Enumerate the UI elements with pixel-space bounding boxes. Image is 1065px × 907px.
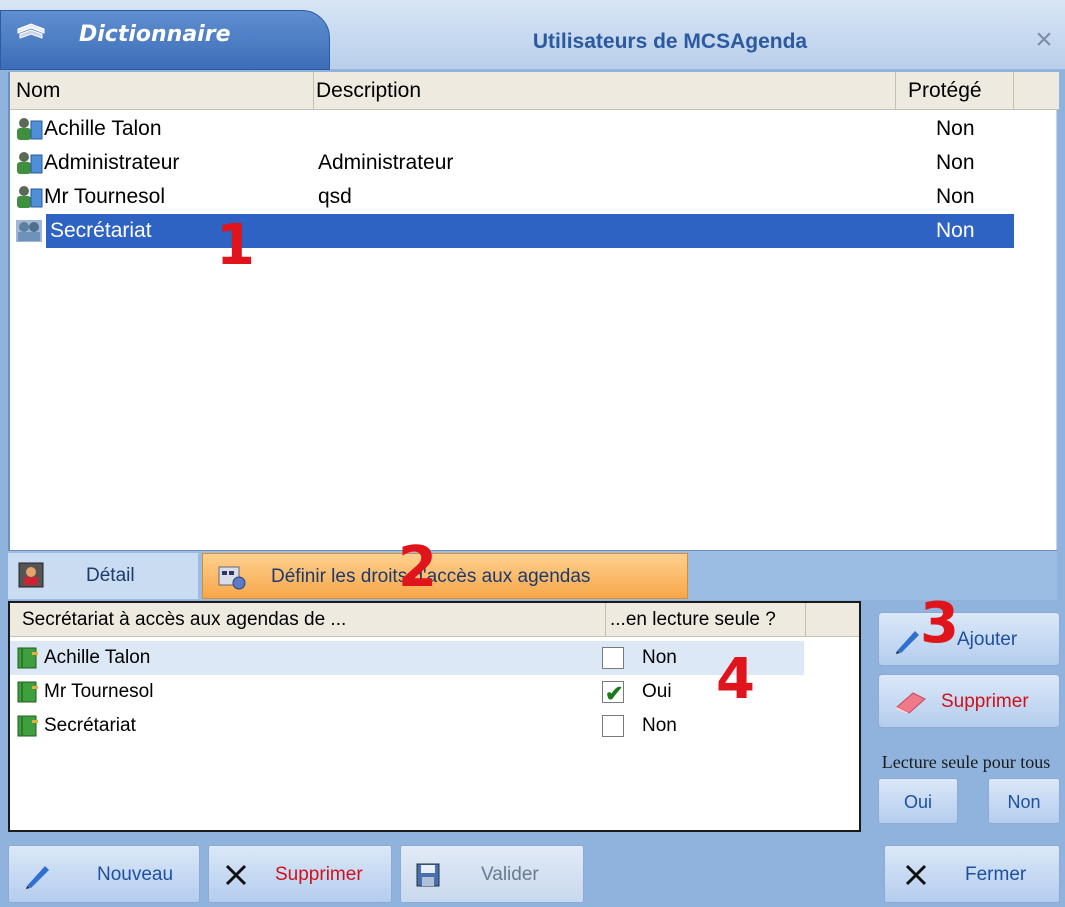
user-protected: Non (936, 151, 975, 174)
dictionary-tab-label: Dictionnaire (79, 22, 231, 47)
close-button[interactable]: Fermer (884, 845, 1060, 903)
access-rights-icon (218, 566, 246, 590)
close-icon[interactable]: × (1028, 24, 1060, 56)
column-header-agendas[interactable]: Secrétariat à accès aux agendas de ... (22, 603, 606, 637)
tab-detail[interactable]: Détail (8, 553, 198, 599)
user-name: Secrétariat (50, 219, 152, 242)
checkmark-icon: ✔ (605, 681, 624, 706)
user-icon (17, 118, 43, 140)
user-name: Administrateur (44, 151, 180, 174)
readonly-all-label: Lecture seule pour tous (881, 752, 1051, 772)
user-protected: Non (936, 185, 975, 208)
validate-button[interactable]: Valider (400, 845, 584, 903)
selection-highlight (46, 214, 1014, 248)
read-only-checkbox[interactable] (602, 715, 624, 737)
agenda-owner-name: Mr Tournesol (44, 681, 154, 702)
annotation-1: 1 (216, 213, 255, 278)
table-row[interactable]: Mr Tournesol qsd Non (10, 180, 1014, 214)
table-row[interactable]: Achille Talon Non (10, 112, 1014, 146)
remove-access-button-label: Supprimer (941, 691, 1029, 712)
add-button[interactable]: Ajouter (878, 612, 1060, 666)
eraser-icon (895, 692, 926, 714)
table-row-selected[interactable]: Secrétariat Non (10, 214, 1014, 248)
user-icon (17, 186, 43, 208)
validate-button-label: Valider (481, 864, 539, 885)
add-button-label: Ajouter (957, 629, 1018, 650)
new-button[interactable]: Nouveau (8, 845, 200, 903)
close-x-icon (225, 864, 247, 886)
read-only-value: Non (642, 647, 677, 668)
pencil-icon (896, 631, 919, 654)
tabs-bar: Détail Définir les droits d'accès aux ag… (8, 550, 1057, 600)
new-button-label: Nouveau (97, 864, 174, 885)
agenda-book-icon (17, 715, 38, 737)
agenda-book-icon (17, 647, 38, 669)
user-card-icon (18, 562, 44, 588)
readonly-all-no-button[interactable]: Non (988, 778, 1060, 824)
delete-button[interactable]: Supprimer (208, 845, 392, 903)
agenda-owner-name: Secrétariat (44, 715, 136, 736)
user-description: qsd (318, 185, 352, 208)
delete-button-label: Supprimer (275, 864, 363, 885)
remove-access-button[interactable]: Supprimer (878, 674, 1060, 728)
close-button-label: Fermer (965, 864, 1027, 885)
list-item[interactable]: Achille Talon Non (10, 641, 804, 675)
read-only-value: Non (642, 715, 677, 736)
user-name: Achille Talon (44, 117, 162, 140)
user-name: Mr Tournesol (44, 185, 165, 208)
annotation-2: 2 (398, 535, 437, 600)
agenda-book-icon (17, 681, 38, 703)
tab-detail-label: Détail (86, 565, 135, 586)
column-header-description[interactable]: Description (316, 72, 896, 110)
save-disk-icon (416, 863, 440, 887)
pencil-icon (26, 866, 49, 889)
column-header-nom[interactable]: Nom (16, 72, 314, 110)
readonly-all-yes-button[interactable]: Oui (878, 778, 958, 824)
tab-access-rights[interactable]: Définir les droits d'accès aux agendas (202, 553, 688, 599)
user-protected: Non (936, 219, 975, 242)
access-list[interactable]: Secrétariat à accès aux agendas de ... .… (8, 601, 861, 832)
window-title: Utilisateurs de MCSAgenda (532, 30, 808, 53)
column-header-read-only[interactable]: ...en lecture seule ? (608, 603, 806, 637)
read-only-checkbox[interactable] (602, 647, 624, 669)
access-list-header: Secrétariat à accès aux agendas de ... .… (10, 603, 859, 637)
list-item[interactable]: Mr Tournesol ✔ Oui (10, 675, 804, 709)
annotation-4: 4 (716, 647, 755, 712)
read-only-checkbox-checked[interactable]: ✔ (602, 681, 624, 706)
read-only-value: Oui (642, 681, 672, 702)
user-protected: Non (936, 117, 975, 140)
annotation-3: 3 (920, 591, 959, 656)
users-list[interactable]: Nom Description Protégé Achille Talon No… (8, 72, 1059, 550)
group-icon (16, 220, 42, 242)
dictionary-icon (17, 23, 45, 39)
user-icon (17, 152, 43, 174)
user-description: Administrateur (318, 151, 454, 174)
list-item[interactable]: Secrétariat Non (10, 709, 804, 743)
dictionary-tab[interactable]: Dictionnaire (0, 10, 330, 70)
table-row[interactable]: Administrateur Administrateur Non (10, 146, 1014, 180)
close-x-icon (905, 864, 927, 886)
agenda-owner-name: Achille Talon (44, 647, 151, 668)
users-list-header: Nom Description Protégé (10, 72, 1059, 110)
column-header-protege[interactable]: Protégé (898, 72, 1014, 110)
